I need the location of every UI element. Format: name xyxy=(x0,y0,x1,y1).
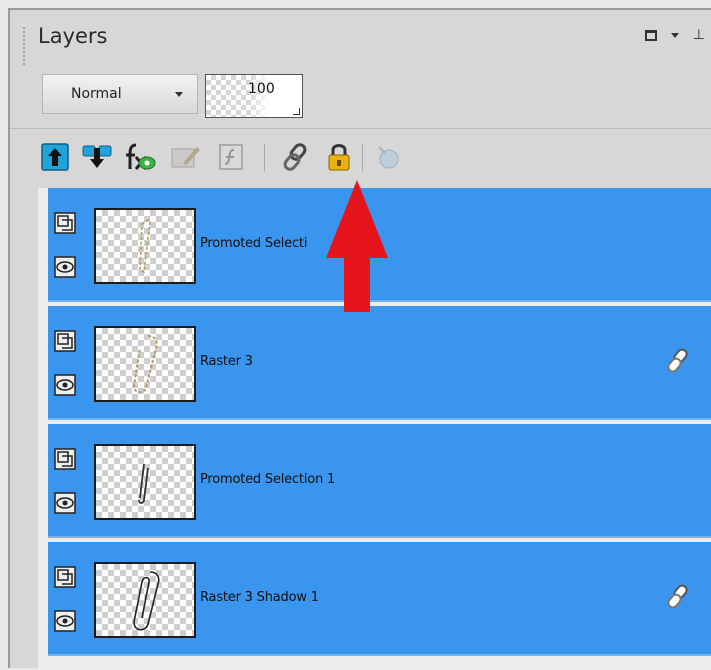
panel-menu-caret-icon[interactable] xyxy=(670,32,679,38)
layer-group-icon[interactable] xyxy=(54,448,76,470)
highlight-layer-icon[interactable] xyxy=(372,140,406,174)
annotation-arrow-icon xyxy=(326,180,388,312)
layer-thumbnail xyxy=(94,326,196,402)
layer-thumbnail xyxy=(94,444,196,520)
layer-row[interactable]: Raster 3 xyxy=(48,306,711,420)
layer-name: Promoted Selecti xyxy=(200,236,308,251)
toolbar-separator xyxy=(264,144,265,172)
eye-icon[interactable] xyxy=(54,374,76,396)
chevron-down-icon xyxy=(175,92,183,97)
link-icon xyxy=(667,584,688,609)
link-icon xyxy=(667,348,688,373)
panel-grip[interactable] xyxy=(22,26,26,66)
pin-icon[interactable]: ⊥ xyxy=(693,28,705,42)
lock-layer-icon[interactable] xyxy=(322,140,356,174)
layer-thumbnail xyxy=(94,562,196,638)
layer-group-icon[interactable] xyxy=(54,330,76,352)
eye-icon[interactable] xyxy=(54,492,76,514)
blend-mode-value: Normal xyxy=(71,86,122,102)
opacity-field[interactable]: 100 xyxy=(205,74,303,118)
toolbar-separator xyxy=(362,144,363,172)
layer-script-icon[interactable] xyxy=(214,140,248,174)
panel-title-buttons: ⊥ xyxy=(644,28,705,42)
layer-name: Promoted Selection 1 xyxy=(200,472,336,487)
edit-selection-icon[interactable] xyxy=(168,140,202,174)
move-layer-up-icon[interactable] xyxy=(38,140,72,174)
layer-name: Raster 3 xyxy=(200,354,253,369)
eye-icon[interactable] xyxy=(54,256,76,278)
layer-name: Raster 3 Shadow 1 xyxy=(200,590,319,605)
blend-mode-select[interactable]: Normal xyxy=(42,74,198,114)
divider xyxy=(10,128,711,129)
eye-icon[interactable] xyxy=(54,610,76,632)
layer-group-icon[interactable] xyxy=(54,212,76,234)
layer-styles-icon[interactable] xyxy=(122,140,156,174)
layers-panel: Layers ⊥ Normal 100 Promoted Selecti Ras… xyxy=(8,8,711,670)
maximize-icon[interactable] xyxy=(644,29,657,41)
layer-thumbnail xyxy=(94,208,196,284)
layer-row[interactable]: Raster 3 Shadow 1 xyxy=(48,542,711,656)
layer-row[interactable]: Promoted Selection 1 xyxy=(48,424,711,538)
layer-group-icon[interactable] xyxy=(54,566,76,588)
opacity-slider-handle[interactable] xyxy=(293,108,300,115)
panel-title: Layers xyxy=(38,24,108,48)
move-layer-down-icon[interactable] xyxy=(80,140,114,174)
opacity-value: 100 xyxy=(248,81,275,97)
layers-toolbar xyxy=(38,140,698,180)
link-layers-icon[interactable] xyxy=(278,140,312,174)
